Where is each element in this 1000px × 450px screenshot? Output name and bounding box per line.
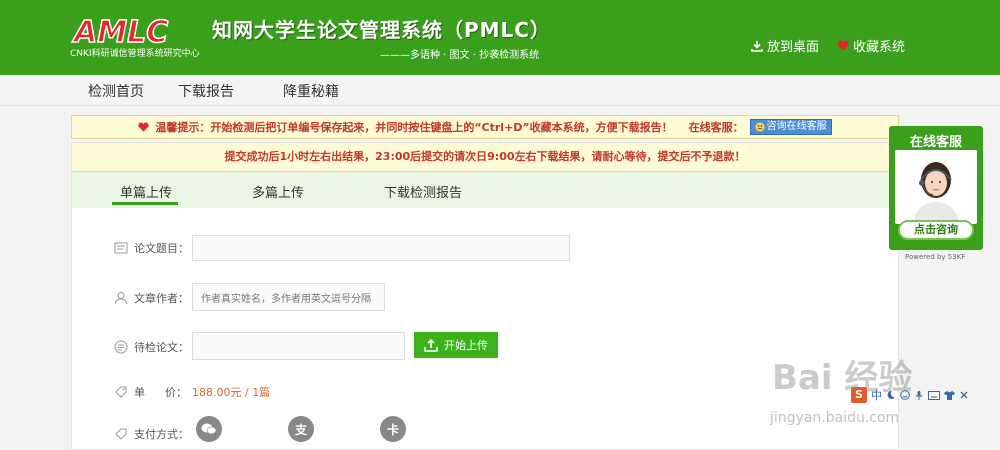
watermark-url: jingyan.baidu.com (770, 410, 900, 426)
user-icon (115, 292, 127, 305)
logo-subtitle: CNKI科研诚信管理系统研究中心 (70, 49, 200, 59)
keyboard-icon[interactable] (928, 390, 940, 400)
site-title: 知网大学生论文管理系统（PMLC） (212, 18, 551, 42)
ime-toolbar: S 中 (851, 387, 969, 403)
upload-tabs: 单篇上传 多篇上传 下载检测报告 (72, 172, 898, 208)
nav-item-home[interactable]: 检测首页 (88, 81, 144, 101)
price-label-2: 价： (165, 386, 187, 399)
site-header: AMLC CNKI科研诚信管理系统研究中心 知网大学生论文管理系统（PMLC） … (0, 0, 1000, 75)
card-icon: 卡 (387, 422, 399, 436)
add-to-desktop-button[interactable]: 放到桌面 (751, 36, 819, 55)
alipay-option[interactable]: 支 (288, 416, 314, 442)
widget-title: 在线客服 (909, 135, 962, 150)
card-pay-option[interactable]: 卡 (380, 416, 406, 442)
start-upload-button[interactable]: 开始上传 (414, 332, 498, 358)
sogou-ime-icon[interactable]: S (851, 387, 867, 403)
heart-icon (138, 122, 149, 132)
author-label: 文章作者： (134, 292, 189, 305)
svg-text:AMLC: AMLC (72, 15, 168, 50)
upload-icon (424, 338, 438, 352)
paper-file-input[interactable] (192, 332, 405, 360)
title-label: 论文题目： (134, 242, 189, 255)
price-label-1: 单 (134, 386, 145, 399)
settings-icon[interactable] (959, 390, 969, 400)
shirt-icon[interactable] (944, 390, 955, 400)
svg-text:支: 支 (294, 422, 308, 436)
active-tab-indicator (112, 202, 178, 205)
agent-avatar (895, 150, 977, 224)
paper-icon (114, 340, 128, 354)
price-value: 188.00元 / 1篇 (192, 386, 271, 399)
nav-item-download-report[interactable]: 下载报告 (178, 81, 234, 101)
tab-single-upload[interactable]: 单篇上传 (120, 182, 172, 201)
tip-text: 温馨提示：开始检测后把订单编号保存起来，并同时按住键盘上的“Ctrl+D”收藏本… (155, 121, 673, 134)
alipay-icon: 支 (294, 422, 308, 436)
add-to-desktop-label: 放到桌面 (766, 40, 819, 55)
ime-chinese-mode[interactable]: 中 (871, 387, 882, 403)
download-icon (751, 40, 763, 52)
tip-banner: 温馨提示：开始检测后把订单编号保存起来，并同时按住键盘上的“Ctrl+D”收藏本… (71, 115, 899, 139)
upload-panel: 提交成功后1小时左右出结果，23:00后提交的请次日9:00左右下载结果，请耐心… (71, 142, 899, 450)
title-input[interactable] (192, 235, 570, 261)
online-service-widget: 在线客服 点击咨询 (889, 126, 983, 250)
bookmark-label: 收藏系统 (852, 40, 905, 55)
powered-by-text: Powered by 53KF (905, 253, 966, 261)
svg-text:卡: 卡 (387, 422, 399, 436)
smiley-icon[interactable] (900, 390, 910, 400)
tab-download-report[interactable]: 下载检测报告 (384, 182, 462, 201)
microphone-icon[interactable] (914, 390, 924, 400)
payment-label: 支付方式： (134, 428, 189, 441)
nav-item-tips[interactable]: 降重秘籍 (283, 81, 339, 101)
submit-notice: 提交成功后1小时左右出结果，23:00后提交的请次日9:00左右下载结果，请耐心… (72, 143, 898, 172)
smile-icon (755, 122, 765, 132)
service-label: 在线客服： (688, 121, 744, 134)
paper-label: 待检论文： (134, 341, 189, 354)
bookmark-button[interactable]: 收藏系统 (837, 36, 905, 55)
moon-icon[interactable] (886, 390, 896, 400)
wechat-pay-option[interactable] (196, 416, 222, 442)
start-upload-label: 开始上传 (444, 340, 488, 352)
main-nav: 检测首页 下载报告 降重秘籍 (0, 75, 1000, 106)
document-icon (114, 242, 128, 254)
price-tag-icon (115, 386, 127, 398)
online-service-label: 咨询在线客服 (766, 121, 827, 132)
wechat-icon (201, 423, 217, 435)
tab-multi-upload[interactable]: 多篇上传 (252, 182, 304, 201)
author-input[interactable]: 作者真实姓名，多作者用英文逗号分隔 (192, 283, 385, 311)
agent-icon (895, 150, 977, 224)
payment-icon (115, 428, 127, 440)
online-service-button[interactable]: 咨询在线客服 (749, 119, 832, 135)
consult-button[interactable]: 点击咨询 (898, 220, 974, 240)
heart-icon (837, 40, 849, 51)
site-subtitle: ———多语种 · 图文 · 抄袭检测系统 (380, 50, 540, 61)
